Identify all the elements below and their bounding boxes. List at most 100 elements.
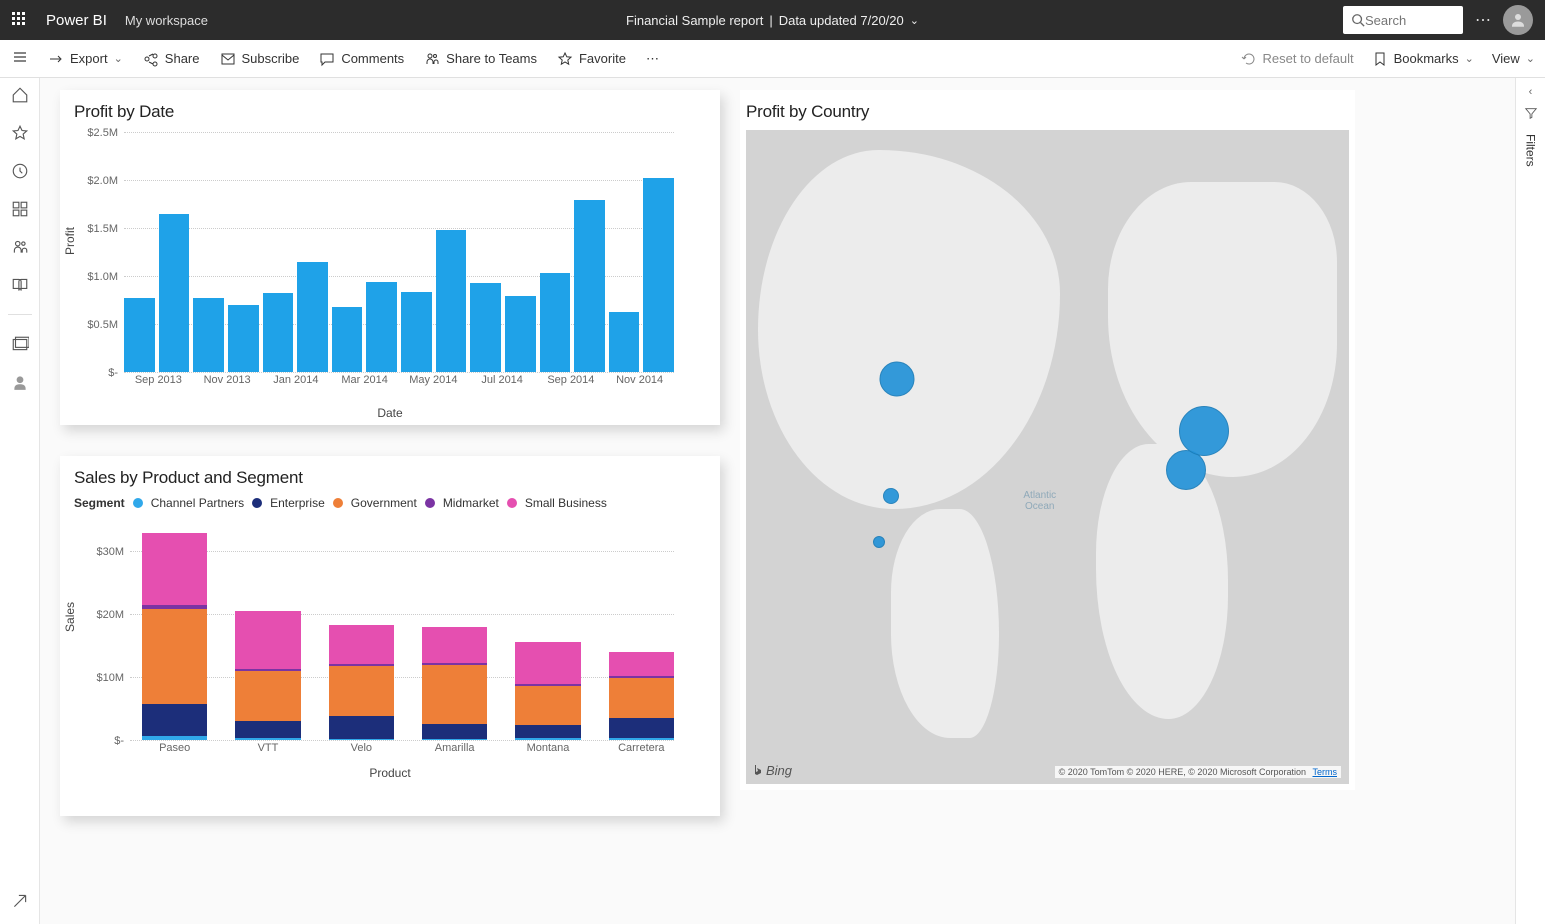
share-teams-button[interactable]: Share to Teams: [424, 51, 537, 67]
chart-title: Sales by Product and Segment: [60, 456, 720, 492]
legend-label: Enterprise: [270, 496, 325, 510]
learn-icon[interactable]: [11, 276, 29, 294]
favorites-icon[interactable]: [11, 124, 29, 142]
map-bubble[interactable]: [1166, 450, 1206, 490]
my-workspace-icon[interactable]: [11, 373, 29, 391]
bar-segment[interactable]: [609, 738, 674, 740]
bar-segment[interactable]: [329, 739, 394, 740]
visual-profit-by-country[interactable]: Profit by Country AtlanticOcean Bing © 2…: [740, 90, 1355, 790]
bar-segment[interactable]: [142, 609, 207, 704]
map-bubble[interactable]: [883, 488, 899, 504]
subscribe-button[interactable]: Subscribe: [220, 51, 300, 67]
bar-segment[interactable]: [142, 704, 207, 737]
bar-segment[interactable]: [609, 652, 674, 677]
workspace-name[interactable]: My workspace: [125, 13, 208, 28]
left-rail: [0, 78, 40, 924]
view-button[interactable]: View⌄: [1492, 51, 1535, 66]
bar[interactable]: [235, 611, 300, 740]
bar[interactable]: [470, 283, 501, 372]
bar[interactable]: [540, 273, 571, 372]
bar[interactable]: [505, 296, 536, 372]
bar-segment[interactable]: [235, 738, 300, 740]
comments-button[interactable]: Comments: [319, 51, 404, 67]
apps-icon[interactable]: [11, 200, 29, 218]
map-bubble[interactable]: [1179, 406, 1229, 456]
shared-icon[interactable]: [11, 238, 29, 256]
y-axis-title: Sales: [63, 602, 77, 632]
home-icon[interactable]: [11, 86, 29, 104]
bar-segment[interactable]: [609, 718, 674, 738]
bar-segment[interactable]: [235, 721, 300, 738]
bar[interactable]: [609, 652, 674, 740]
bar[interactable]: [401, 292, 432, 372]
app-launcher-icon[interactable]: [12, 12, 28, 28]
bar-segment[interactable]: [609, 678, 674, 718]
bar[interactable]: [574, 200, 605, 372]
bar[interactable]: [228, 305, 259, 372]
bar-segment[interactable]: [515, 642, 580, 683]
bar[interactable]: [366, 282, 397, 372]
map-bubble[interactable]: [879, 361, 914, 396]
legend-label: Government: [351, 496, 417, 510]
bar[interactable]: [332, 307, 363, 372]
more-icon[interactable]: ⋯: [1475, 10, 1491, 30]
export-button[interactable]: Export⌄: [48, 51, 123, 67]
bar[interactable]: [142, 533, 207, 740]
share-button[interactable]: Share: [143, 51, 200, 67]
favorite-button[interactable]: Favorite: [557, 51, 626, 67]
visual-sales-by-product[interactable]: Sales by Product and Segment SegmentChan…: [60, 456, 720, 816]
y-tick: $2.5M: [87, 127, 124, 139]
bar-segment[interactable]: [515, 738, 580, 740]
bar-segment[interactable]: [142, 736, 207, 740]
bookmarks-button[interactable]: Bookmarks⌄: [1372, 51, 1474, 67]
avatar[interactable]: [1503, 5, 1533, 35]
more-button[interactable]: ⋯: [646, 51, 659, 67]
bar[interactable]: [422, 627, 487, 740]
chart-title: Profit by Date: [60, 90, 720, 126]
search-input[interactable]: [1365, 13, 1445, 28]
bar[interactable]: [329, 625, 394, 740]
app-name: Power BI: [46, 12, 107, 29]
report-canvas: Profit by Date Profit $-$0.5M$1.0M$1.5M$…: [40, 78, 1515, 924]
terms-link[interactable]: Terms: [1313, 767, 1338, 777]
ocean-label: AtlanticOcean: [1023, 490, 1056, 512]
map-bubble[interactable]: [873, 536, 885, 548]
search-box[interactable]: [1343, 6, 1463, 34]
filters-label[interactable]: Filters: [1524, 134, 1538, 167]
visual-profit-by-date[interactable]: Profit by Date Profit $-$0.5M$1.0M$1.5M$…: [60, 90, 720, 425]
bar[interactable]: [263, 293, 294, 372]
reset-default-button[interactable]: Reset to default: [1241, 51, 1354, 67]
bar[interactable]: [436, 230, 467, 372]
bar-segment[interactable]: [329, 625, 394, 664]
bar-segment[interactable]: [142, 533, 207, 605]
bar-segment[interactable]: [422, 724, 487, 738]
get-data-icon[interactable]: [11, 892, 29, 910]
chevron-down-icon[interactable]: ⌄: [910, 14, 919, 27]
bar-segment[interactable]: [515, 725, 580, 738]
collapse-icon[interactable]: ‹: [1529, 86, 1533, 98]
legend-label: Small Business: [525, 496, 607, 510]
bar-segment[interactable]: [422, 739, 487, 740]
bar[interactable]: [159, 214, 190, 372]
bar[interactable]: [297, 262, 328, 372]
bar[interactable]: [643, 178, 674, 372]
bar-segment[interactable]: [422, 665, 487, 725]
bar[interactable]: [124, 298, 155, 372]
filter-icon[interactable]: [1524, 106, 1538, 120]
hamburger-icon[interactable]: [12, 49, 28, 68]
report-title-bar[interactable]: Financial Sample report | Data updated 7…: [626, 13, 919, 28]
bar-segment[interactable]: [422, 627, 487, 663]
bar-segment[interactable]: [235, 611, 300, 669]
bar[interactable]: [515, 642, 580, 740]
bar[interactable]: [193, 298, 224, 372]
map-body[interactable]: AtlanticOcean Bing © 2020 TomTom © 2020 …: [746, 130, 1349, 784]
bar-segment[interactable]: [329, 666, 394, 716]
bar-segment[interactable]: [329, 716, 394, 739]
legend-swatch: [507, 498, 517, 508]
recent-icon[interactable]: [11, 162, 29, 180]
bar-segment[interactable]: [235, 671, 300, 722]
workspaces-icon[interactable]: [11, 335, 29, 353]
x-axis-title: Product: [60, 766, 720, 790]
bar-segment[interactable]: [515, 686, 580, 726]
bar[interactable]: [609, 312, 640, 372]
